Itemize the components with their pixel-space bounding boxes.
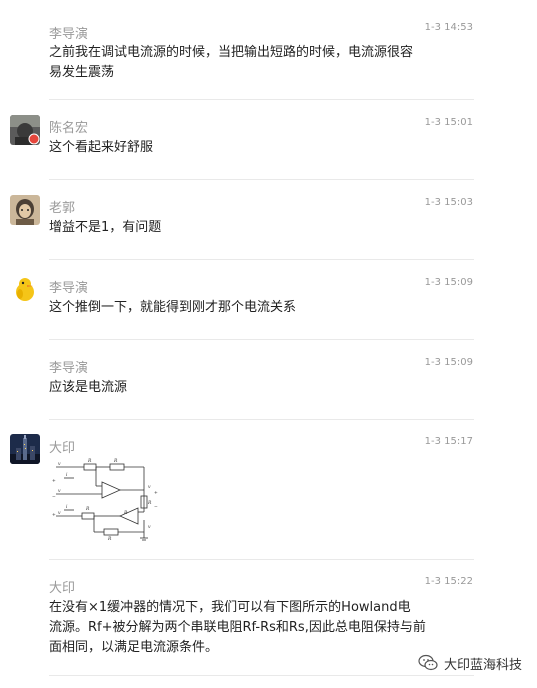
avatar-portrait-icon bbox=[10, 195, 40, 225]
message-text: 之前我在调试电流源的时候，当把输出短路的时候，电流源很容 易发生震荡 bbox=[49, 43, 469, 83]
sender-name: 李导演 bbox=[49, 27, 89, 42]
circuit-label: + bbox=[154, 490, 158, 496]
sender-name: 李导演 bbox=[49, 281, 89, 296]
watermark: 大印蓝海科技 bbox=[418, 652, 522, 674]
sender-name: 老郭 bbox=[49, 201, 76, 216]
message-time: 1-3 15:09 bbox=[424, 277, 473, 288]
circuit-label: − bbox=[52, 495, 56, 500]
avatar-city-icon bbox=[10, 434, 40, 464]
circuit-label: R bbox=[113, 458, 118, 464]
message-text: 在没有×1缓冲器的情况下，我们可以有下图所示的Howland电 流源。Rf+被分… bbox=[49, 598, 449, 658]
circuit-label: + bbox=[52, 478, 56, 484]
avatar[interactable] bbox=[10, 195, 40, 225]
avatar[interactable] bbox=[10, 274, 40, 304]
circuit-label: v bbox=[148, 525, 151, 530]
message-line: 之前我在调试电流源的时候，当把输出短路的时候，电流源很容 bbox=[49, 45, 414, 60]
avatar-photo-icon bbox=[10, 115, 40, 145]
circuit-label: R bbox=[147, 500, 152, 506]
avatar-duck-icon bbox=[10, 274, 40, 304]
sender-name: 大印 bbox=[49, 581, 76, 596]
message-divider bbox=[49, 339, 474, 340]
circuit-label: − bbox=[154, 505, 158, 510]
watermark-text: 大印蓝海科技 bbox=[444, 657, 523, 673]
message-divider bbox=[49, 99, 474, 100]
circuit-label: + bbox=[52, 512, 56, 518]
message-line: 这个推倒一下，就能得到刚才那个电流关系 bbox=[49, 300, 297, 315]
circuit-label: R bbox=[87, 458, 92, 464]
message-text: 增益不是1，有问题 bbox=[49, 218, 469, 238]
message-text: 这个推倒一下，就能得到刚才那个电流关系 bbox=[49, 298, 469, 318]
message-divider bbox=[49, 179, 474, 180]
circuit-label: v bbox=[58, 511, 61, 516]
sender-name: 李导演 bbox=[49, 361, 89, 376]
message-line: 流源。Rf+被分解为两个串联电阻Rf-Rs和Rs,因此总电阻保持与前 bbox=[49, 620, 426, 635]
avatar[interactable] bbox=[10, 115, 40, 145]
circuit-diagram-image[interactable]: R R R R v v v v R R i i v + − + − + bbox=[44, 454, 168, 542]
message-divider bbox=[49, 559, 474, 560]
avatar[interactable] bbox=[10, 434, 40, 464]
message-line: 应该是电流源 bbox=[49, 380, 128, 395]
message-time: 1-3 15:09 bbox=[424, 357, 473, 368]
message-divider bbox=[49, 419, 474, 420]
circuit-label: v bbox=[58, 489, 61, 494]
message-time: 1-3 15:03 bbox=[424, 197, 473, 208]
message-time: 1-3 15:17 bbox=[424, 436, 473, 447]
circuit-label: i bbox=[66, 504, 68, 510]
message-divider bbox=[49, 259, 474, 260]
message-text: 这个看起来好舒服 bbox=[49, 138, 469, 158]
wechat-icon bbox=[418, 654, 438, 671]
circuit-label: R bbox=[107, 536, 112, 542]
circuit-label: i bbox=[66, 472, 68, 478]
message-text: 应该是电流源 bbox=[49, 378, 469, 398]
message-line: 面相同，以满足电流源条件。 bbox=[49, 640, 219, 655]
message-time: 1-3 15:22 bbox=[424, 576, 473, 587]
sender-name: 陈名宏 bbox=[49, 121, 89, 136]
message-line: 易发生震荡 bbox=[49, 65, 115, 80]
message-line: 这个看起来好舒服 bbox=[49, 140, 154, 155]
circuit-label: v bbox=[58, 462, 61, 467]
message-time: 1-3 14:53 bbox=[424, 22, 473, 33]
message-line: 增益不是1，有问题 bbox=[49, 220, 162, 235]
message-time: 1-3 15:01 bbox=[424, 117, 473, 128]
circuit-label: R bbox=[85, 506, 90, 512]
message-line: 在没有×1缓冲器的情况下，我们可以有下图所示的Howland电 bbox=[49, 600, 411, 615]
message-divider bbox=[49, 675, 474, 676]
circuit-label: v bbox=[148, 485, 151, 490]
circuit-label: R bbox=[123, 510, 128, 516]
